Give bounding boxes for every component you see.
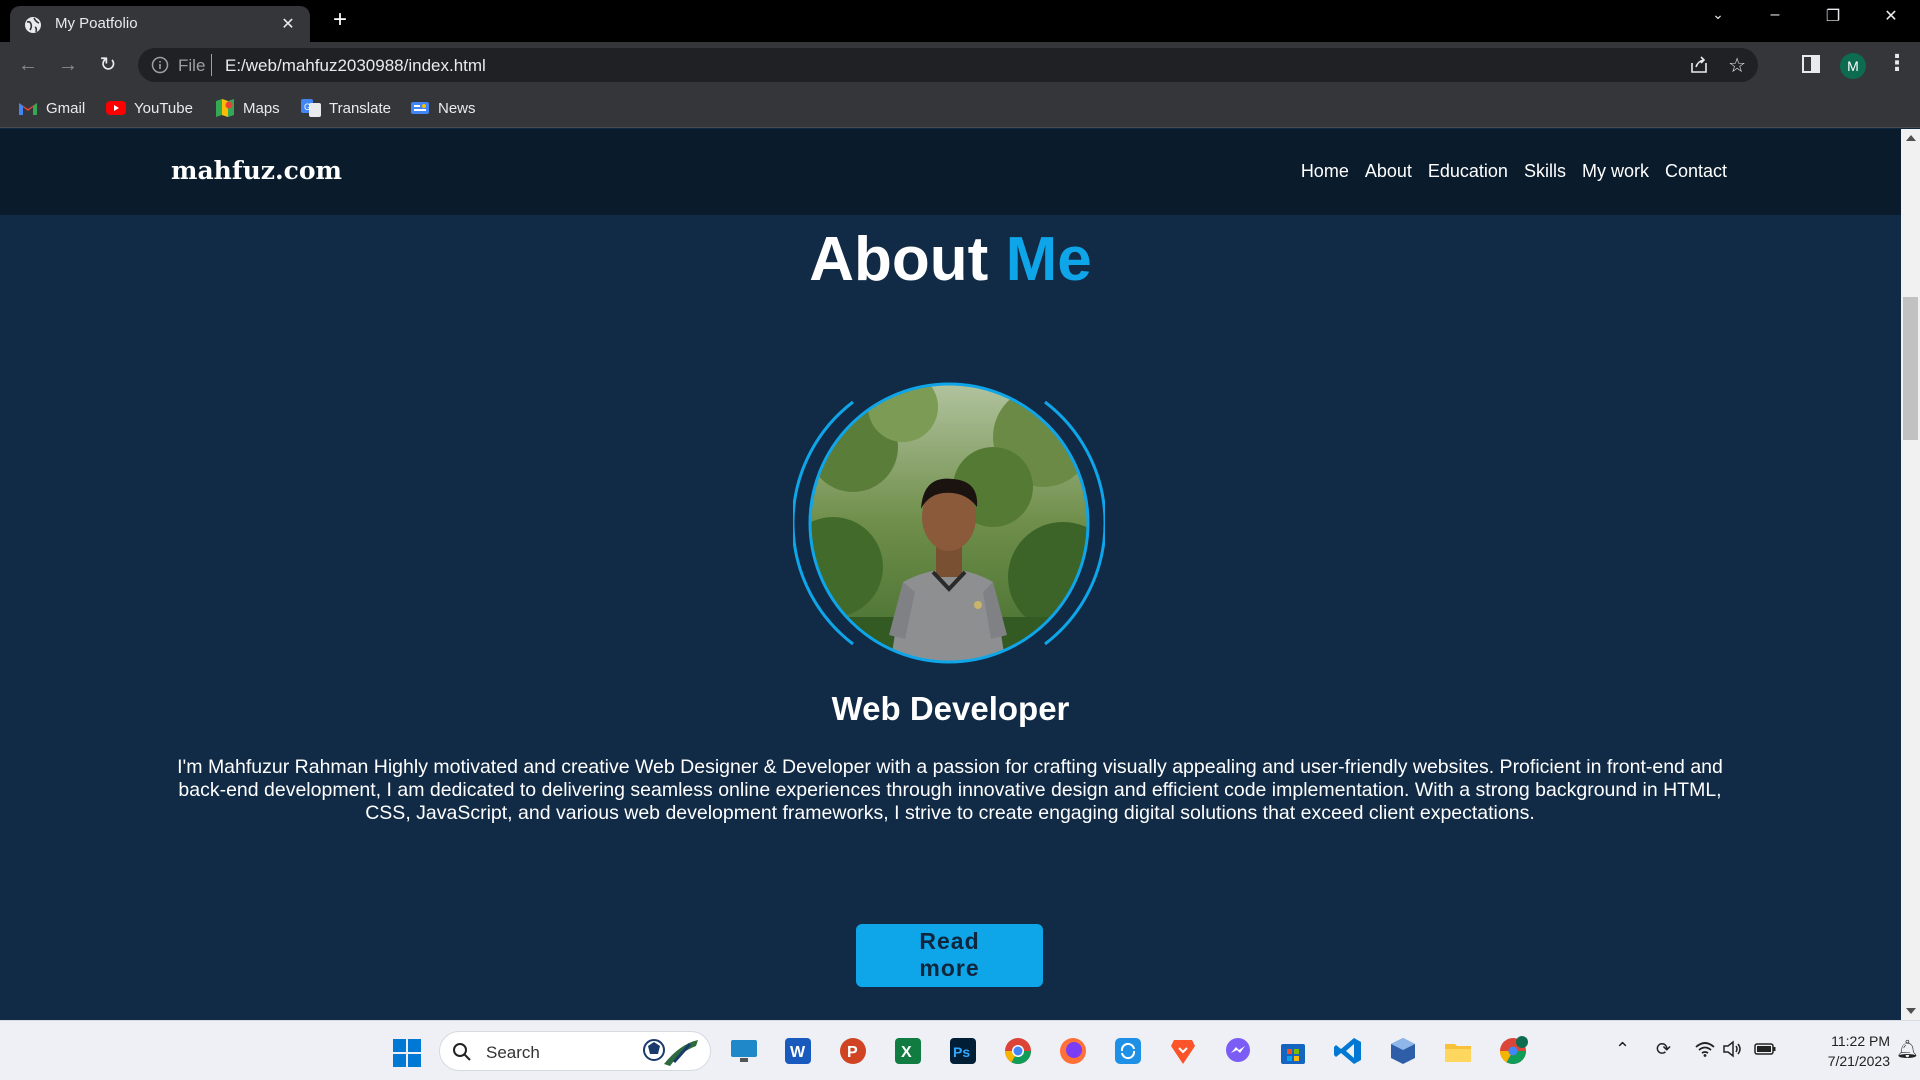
bookmark-label: Gmail xyxy=(46,99,86,117)
nav-link-my-work[interactable]: My work xyxy=(1582,161,1649,182)
bookmark-youtube[interactable]: YouTube xyxy=(106,98,193,118)
close-window-icon[interactable]: ✕ xyxy=(1876,6,1906,26)
gmail-icon xyxy=(19,103,37,115)
desktop-icon[interactable] xyxy=(729,1036,759,1066)
forward-arrow-icon[interactable]: → xyxy=(54,51,82,79)
svg-text:W: W xyxy=(790,1044,806,1061)
url-text[interactable]: E:/web/mahfuz2030988/index.html xyxy=(225,56,486,76)
excel-icon[interactable]: X xyxy=(893,1036,923,1066)
section-title-accent: Me xyxy=(1005,225,1092,294)
file-explorer-icon[interactable] xyxy=(1443,1036,1473,1066)
chrome-icon[interactable] xyxy=(1003,1036,1033,1066)
store-icon[interactable] xyxy=(1278,1036,1308,1066)
taskbar: Search W P X Ps ⌃ ⟳ 11:22 PM 7/21/2023 🔔… xyxy=(0,1020,1920,1080)
bookmark-label: News xyxy=(438,99,476,117)
photoshop-icon[interactable]: Ps xyxy=(948,1036,978,1066)
page-scrollbar[interactable] xyxy=(1901,129,1920,1020)
bookmarks-bar: Gmail YouTube Maps G Translate News xyxy=(0,88,1920,128)
section-title-main: About xyxy=(809,225,989,294)
site-navbar: mahfuz.com Home About Education Skills M… xyxy=(0,129,1901,215)
bookmark-maps[interactable]: Maps xyxy=(215,98,280,118)
clock[interactable]: 11:22 PM 7/21/2023 xyxy=(1790,1031,1890,1071)
back-arrow-icon[interactable]: ← xyxy=(14,51,42,79)
section-title: About Me xyxy=(0,224,1901,295)
vscode-icon[interactable] xyxy=(1333,1036,1363,1066)
browser-titlebar: My Poatfolio ✕ + ⌄ – ❐ ✕ xyxy=(0,0,1920,42)
bookmark-label: Maps xyxy=(243,99,280,117)
svg-text:G: G xyxy=(304,102,311,112)
scrollbar-thumb[interactable] xyxy=(1903,297,1918,440)
messenger-icon[interactable] xyxy=(1223,1036,1253,1066)
wifi-icon[interactable] xyxy=(1695,1041,1715,1057)
bookmark-label: YouTube xyxy=(134,99,193,117)
browser-toolbar: ← → ↻ File E:/web/mahfuz2030988/index.ht… xyxy=(0,42,1920,88)
firefox-icon[interactable] xyxy=(1058,1036,1088,1066)
clock-time: 11:22 PM xyxy=(1831,1033,1890,1049)
tray-sync-icon[interactable]: ⟳ xyxy=(1656,1039,1671,1060)
notification-icon[interactable]: 🔔︎ xyxy=(1896,1039,1919,1060)
new-tab-button[interactable]: + xyxy=(326,6,354,34)
reload-icon[interactable]: ↻ xyxy=(94,51,122,79)
profile-photo-illustration xyxy=(791,382,1107,664)
page-viewport: mahfuz.com Home About Education Skills M… xyxy=(0,129,1901,1020)
bookmark-label: Translate xyxy=(329,99,391,117)
more-menu-icon[interactable]: ⋮ xyxy=(1886,50,1908,76)
url-separator xyxy=(211,54,212,76)
url-scheme: File xyxy=(178,56,206,75)
svg-text:P: P xyxy=(847,1044,858,1061)
windows-start-icon[interactable] xyxy=(392,1038,422,1068)
search-placeholder: Search xyxy=(486,1043,540,1062)
minimize-icon[interactable]: – xyxy=(1760,6,1790,24)
profile-photo xyxy=(791,367,1107,679)
nav-link-home[interactable]: Home xyxy=(1301,161,1349,182)
bookmark-news[interactable]: News xyxy=(410,98,476,118)
brave-icon[interactable] xyxy=(1168,1036,1198,1066)
volume-icon[interactable] xyxy=(1722,1040,1742,1058)
nav-link-about[interactable]: About xyxy=(1365,161,1412,182)
maps-icon xyxy=(216,99,234,117)
read-more-button[interactable]: Read more xyxy=(856,924,1043,987)
role-title: Web Developer xyxy=(831,690,1070,727)
bio-paragraph: I'm Mahfuzur Rahman Highly motivated and… xyxy=(177,756,1723,824)
translate-icon: G xyxy=(301,99,321,117)
profile-avatar[interactable]: M xyxy=(1840,53,1866,79)
sync-icon[interactable] xyxy=(1113,1036,1143,1066)
news-icon xyxy=(411,102,429,114)
share-icon[interactable] xyxy=(1688,54,1710,76)
read-more-label-line2: more xyxy=(919,955,980,981)
battery-icon[interactable] xyxy=(1754,1043,1776,1055)
nav-links: Home About Education Skills My work Cont… xyxy=(1301,161,1727,182)
bookmark-gmail[interactable]: Gmail xyxy=(18,98,85,118)
bookmark-star-icon[interactable]: ☆ xyxy=(1728,53,1746,78)
search-highlight-icon xyxy=(643,1039,698,1066)
virtualbox-icon[interactable] xyxy=(1388,1036,1418,1066)
browser-tab[interactable]: My Poatfolio ✕ xyxy=(10,6,310,42)
nav-link-skills[interactable]: Skills xyxy=(1524,161,1566,182)
side-panel-icon[interactable] xyxy=(1801,54,1821,74)
read-more-label-line1: Read xyxy=(919,928,980,954)
search-icon xyxy=(453,1043,471,1061)
globe-icon xyxy=(25,17,41,33)
chrome-profile-icon[interactable] xyxy=(1498,1036,1528,1066)
tray-overflow-chevron-icon[interactable]: ⌃ xyxy=(1615,1039,1630,1060)
info-icon[interactable] xyxy=(150,55,170,75)
word-icon[interactable]: W xyxy=(783,1036,813,1066)
powerpoint-icon[interactable]: P xyxy=(838,1036,868,1066)
site-logo[interactable]: mahfuz.com xyxy=(171,156,342,185)
address-bar[interactable]: File E:/web/mahfuz2030988/index.html ☆ xyxy=(138,48,1758,82)
bookmark-translate[interactable]: G Translate xyxy=(301,98,391,118)
scroll-down-arrow-icon[interactable] xyxy=(1906,1008,1916,1014)
svg-text:Ps: Ps xyxy=(953,1044,970,1060)
close-tab-icon[interactable]: ✕ xyxy=(278,14,298,34)
scroll-up-arrow-icon[interactable] xyxy=(1906,135,1916,141)
tab-search-chevron-icon[interactable]: ⌄ xyxy=(1703,6,1733,23)
clock-date: 7/21/2023 xyxy=(1827,1053,1890,1069)
tab-title: My Poatfolio xyxy=(55,15,138,32)
svg-text:X: X xyxy=(901,1044,912,1061)
taskbar-search[interactable]: Search xyxy=(439,1031,711,1071)
nav-link-contact[interactable]: Contact xyxy=(1665,161,1727,182)
youtube-icon xyxy=(106,101,126,115)
restore-icon[interactable]: ❐ xyxy=(1818,6,1848,26)
nav-link-education[interactable]: Education xyxy=(1428,161,1508,182)
